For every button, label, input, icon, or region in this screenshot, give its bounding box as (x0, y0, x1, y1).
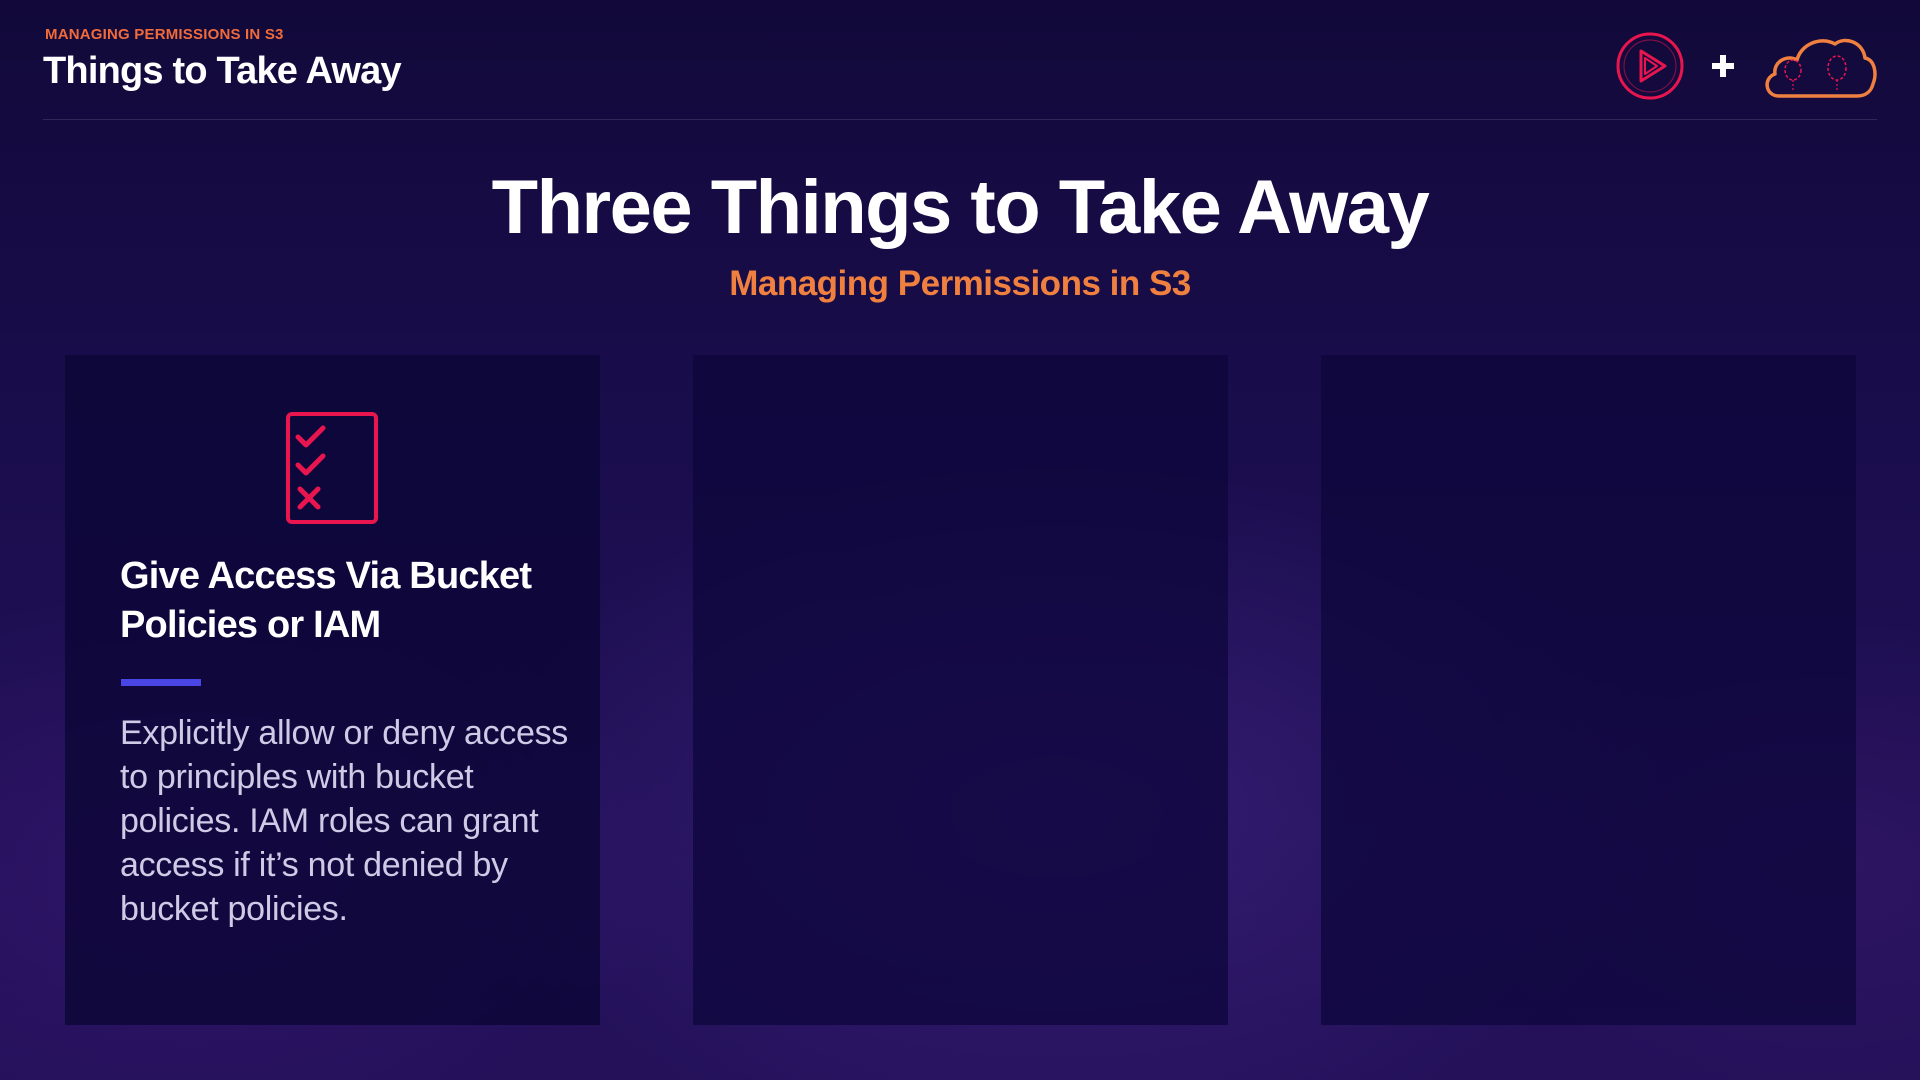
card-title: Give Access Via Bucket Policies or IAM (120, 555, 532, 646)
main-subtitle: Managing Permissions in S3 (729, 264, 1191, 303)
cloud-logo-icon (1765, 38, 1877, 98)
card-body: Explicitly allow or deny access to princ… (120, 714, 568, 928)
page-title: Things to Take Away (43, 50, 402, 92)
takeaway-card-1: Give Access Via Bucket Policies or IAM E… (65, 355, 600, 1025)
logo-group (1615, 28, 1877, 104)
checklist-icon (286, 412, 378, 524)
plus-icon (1712, 55, 1734, 77)
takeaway-card-2 (693, 355, 1228, 1025)
play-logo-icon (1616, 32, 1684, 100)
main-title: Three Things to Take Away (491, 165, 1430, 250)
header-divider (43, 119, 1877, 120)
card-accent-bar (121, 679, 201, 686)
header-eyebrow: MANAGING PERMISSIONS IN S3 (45, 26, 284, 43)
takeaway-card-3 (1321, 355, 1856, 1025)
